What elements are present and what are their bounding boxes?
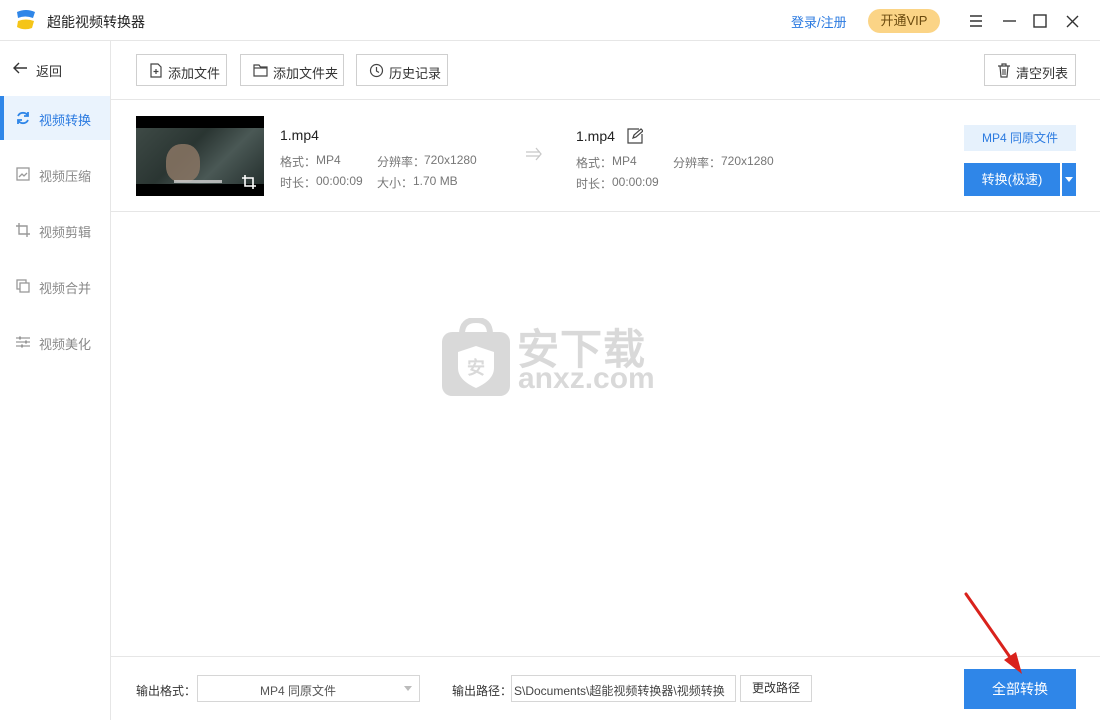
crop-icon — [16, 223, 30, 237]
source-format-value: MP4 — [316, 153, 341, 167]
watermark-text-en: anxz.com — [518, 362, 655, 395]
sidebar: 返回 视频转换 视频压缩 视频剪辑 视频合并 视频美化 — [0, 41, 111, 720]
sidebar-item-video-merge[interactable]: 视频合并 — [0, 264, 110, 308]
output-path-field[interactable]: S\Documents\超能视频转换器\视频转换 — [511, 675, 736, 702]
video-thumbnail[interactable] — [136, 116, 264, 196]
add-file-button[interactable]: 添加文件 — [136, 54, 227, 86]
add-folder-button[interactable]: 添加文件夹 — [240, 54, 344, 86]
file-list-item: 1.mp4 格式： MP4 分辨率： 720x1280 时长： 00:00:09… — [111, 101, 1100, 212]
edit-icon[interactable] — [627, 128, 643, 144]
sidebar-item-label: 视频剪辑 — [39, 225, 92, 240]
add-file-label: 添加文件 — [168, 66, 221, 81]
target-duration-value: 00:00:09 — [612, 175, 659, 189]
clear-list-button[interactable]: 清空列表 — [984, 54, 1076, 86]
output-format-badge[interactable]: MP4 同原文件 — [964, 125, 1076, 151]
add-folder-label: 添加文件夹 — [273, 66, 339, 81]
sidebar-item-label: 视频转换 — [39, 113, 92, 128]
source-resolution-label: 分辨率： — [377, 155, 426, 169]
thumbnail-subtitle — [174, 180, 222, 183]
convert-all-button[interactable]: 全部转换 — [964, 669, 1076, 709]
bottom-bar: 输出格式： MP4 同原文件 输出路径： S\Documents\超能视频转换器… — [111, 656, 1100, 720]
caret-down-icon — [1065, 177, 1073, 182]
clear-list-label: 清空列表 — [1016, 66, 1069, 81]
sidebar-item-label: 视频压缩 — [39, 169, 92, 184]
watermark: 安 安下载 anxz.com — [440, 316, 660, 400]
sliders-icon — [16, 336, 30, 348]
source-format-label: 格式： — [280, 155, 317, 169]
output-path-value: S\Documents\超能视频转换器\视频转换 — [514, 684, 725, 698]
title-bar: 超能视频转换器 登录/注册 开通VIP — [0, 0, 1100, 41]
svg-text:安: 安 — [467, 357, 485, 379]
target-duration-label: 时长： — [576, 177, 613, 191]
watermark-bag-icon: 安 — [442, 316, 510, 396]
target-file-name: 1.mp4 — [576, 128, 615, 144]
sidebar-item-video-compress[interactable]: 视频压缩 — [0, 152, 110, 196]
compress-icon — [16, 167, 30, 181]
arrow-right-icon — [526, 147, 542, 161]
target-format-value: MP4 — [612, 154, 637, 168]
source-duration-label: 时长： — [280, 176, 317, 190]
sidebar-item-video-convert[interactable]: 视频转换 — [0, 96, 110, 140]
maximize-icon[interactable] — [1027, 8, 1053, 34]
merge-icon — [16, 279, 30, 293]
source-file-name: 1.mp4 — [280, 127, 319, 143]
app-title: 超能视频转换器 — [47, 14, 145, 30]
output-path-label: 输出路径： — [452, 684, 513, 698]
change-path-button[interactable]: 更改路径 — [740, 675, 812, 702]
back-button[interactable]: 返回 — [0, 55, 110, 83]
target-resolution-label: 分辨率： — [673, 156, 722, 170]
target-format-label: 格式： — [576, 156, 613, 170]
source-size-label: 大小： — [377, 176, 414, 190]
trash-icon — [998, 63, 1010, 78]
sidebar-item-label: 视频合并 — [39, 281, 92, 296]
toolbar: 添加文件 添加文件夹 历史记录 清空列表 — [111, 41, 1100, 100]
history-label: 历史记录 — [389, 66, 442, 81]
crop-icon[interactable] — [241, 174, 257, 190]
caret-down-icon — [404, 686, 412, 691]
vip-button[interactable]: 开通VIP — [868, 9, 940, 33]
login-register-link[interactable]: 登录/注册 — [791, 12, 847, 31]
back-label: 返回 — [36, 64, 63, 79]
thumbnail-figure — [166, 144, 200, 182]
source-size-value: 1.70 MB — [413, 174, 458, 188]
folder-icon — [253, 64, 268, 77]
output-format-select[interactable]: MP4 同原文件 — [197, 675, 420, 702]
add-file-icon — [150, 63, 162, 78]
menu-icon[interactable] — [963, 8, 989, 34]
sidebar-item-video-beautify[interactable]: 视频美化 — [0, 320, 110, 364]
close-icon[interactable] — [1059, 8, 1085, 34]
app-logo-icon — [17, 10, 35, 30]
output-format-value: MP4 同原文件 — [259, 684, 336, 698]
arrow-left-icon — [13, 62, 27, 74]
convert-button[interactable]: 转换(极速) — [964, 163, 1060, 196]
target-resolution-value: 720x1280 — [721, 154, 774, 168]
history-button[interactable]: 历史记录 — [356, 54, 448, 86]
source-duration-value: 00:00:09 — [316, 174, 363, 188]
source-resolution-value: 720x1280 — [424, 153, 477, 167]
sidebar-item-label: 视频美化 — [39, 337, 92, 352]
refresh-icon — [17, 111, 29, 125]
clock-icon — [369, 63, 384, 78]
convert-dropdown-button[interactable] — [1061, 163, 1076, 196]
active-indicator — [0, 96, 4, 140]
minimize-icon[interactable] — [996, 8, 1022, 34]
sidebar-item-video-edit[interactable]: 视频剪辑 — [0, 208, 110, 252]
output-format-label: 输出格式： — [136, 684, 197, 698]
